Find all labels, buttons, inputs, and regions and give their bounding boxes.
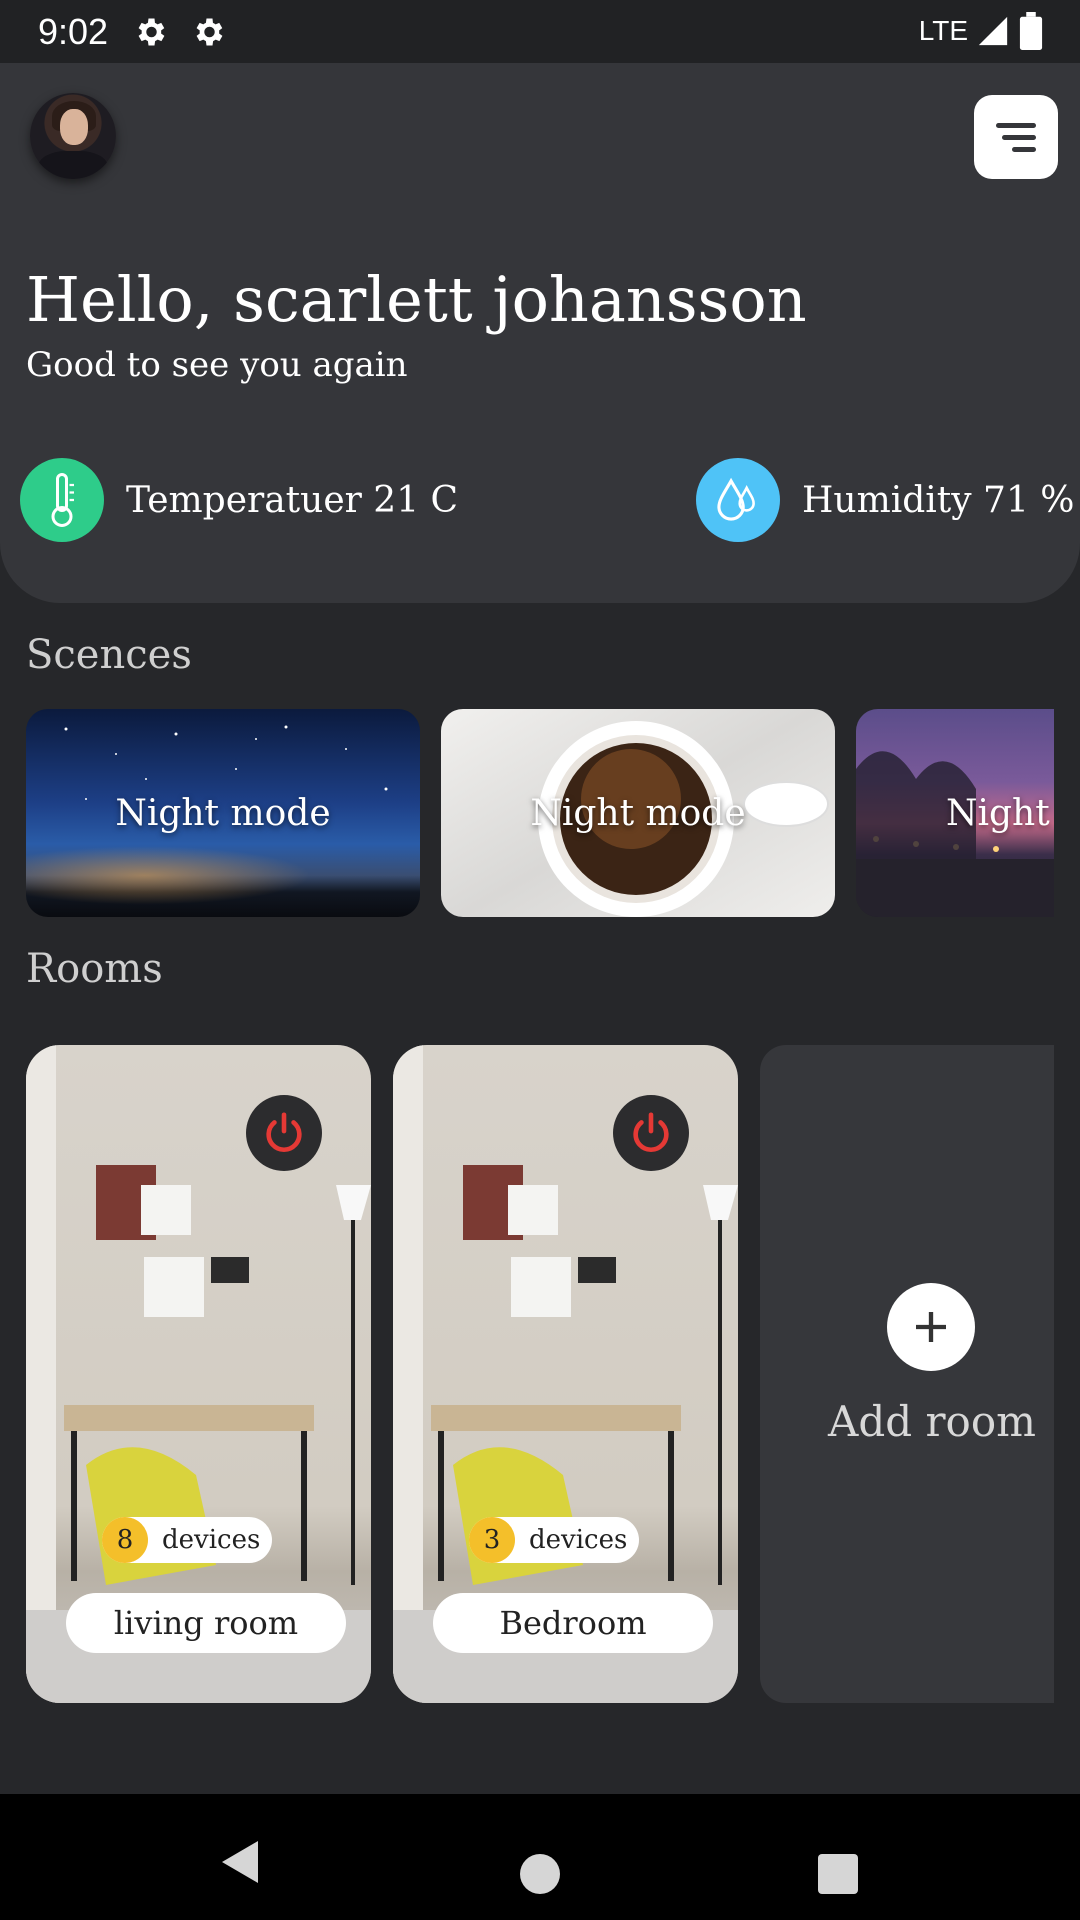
menu-button[interactable] xyxy=(974,95,1058,179)
room-name: living room xyxy=(66,1593,346,1653)
temperature-label: Temperatuer 21 C xyxy=(126,479,459,521)
recents-icon[interactable] xyxy=(818,1854,858,1894)
room-card[interactable]: 3 devices Bedroom xyxy=(393,1045,738,1703)
temperature-stat: Temperatuer 21 C xyxy=(20,458,458,542)
device-count: 8 xyxy=(102,1517,148,1563)
add-room-button[interactable] xyxy=(887,1283,975,1371)
status-time: 9:02 xyxy=(38,10,109,52)
gear-icon xyxy=(196,18,223,45)
status-right: LTE xyxy=(919,12,1044,50)
humidity-stat: Humidity 71 % xyxy=(696,458,1075,542)
scene-card[interactable]: Night xyxy=(856,709,1054,917)
scene-label: Night mode xyxy=(530,792,746,834)
signal-icon xyxy=(978,16,1008,46)
scene-label: Night mode xyxy=(115,792,331,834)
scene-card[interactable]: Night mode xyxy=(441,709,835,917)
status-bar: 9:02 LTE xyxy=(0,0,1080,63)
devices-label: devices xyxy=(162,1525,261,1555)
power-icon xyxy=(266,1112,302,1153)
devices-badge: 3 devices xyxy=(469,1517,639,1563)
battery-icon xyxy=(1019,12,1043,50)
rooms-title: Rooms xyxy=(26,946,163,992)
device-count: 3 xyxy=(469,1517,515,1563)
thermometer-icon xyxy=(20,458,104,542)
power-button[interactable] xyxy=(246,1095,322,1171)
header-panel: Hello, scarlett johansson Good to see yo… xyxy=(0,63,1080,603)
room-name: Bedroom xyxy=(433,1593,713,1653)
humidity-label: Humidity 71 % xyxy=(802,479,1075,521)
devices-label: devices xyxy=(529,1525,628,1555)
add-room-label: Add room xyxy=(828,1397,1036,1446)
add-room-card[interactable]: Add room xyxy=(760,1045,1054,1703)
plus-icon xyxy=(916,1312,946,1342)
water-drop-icon xyxy=(696,458,780,542)
greeting-title: Hello, scarlett johansson xyxy=(26,263,807,336)
avatar[interactable] xyxy=(30,93,116,179)
room-card[interactable]: 8 devices living room xyxy=(26,1045,371,1703)
system-nav-bar xyxy=(0,1794,1080,1920)
devices-badge: 8 devices xyxy=(102,1517,272,1563)
scenes-title: Scences xyxy=(26,632,192,678)
home-icon[interactable] xyxy=(520,1854,560,1894)
greeting-subtitle: Good to see you again xyxy=(26,345,408,385)
scene-card[interactable]: Night mode xyxy=(26,709,420,917)
menu-icon xyxy=(996,122,1036,128)
back-icon[interactable] xyxy=(218,1837,262,1887)
network-label: LTE xyxy=(918,15,968,46)
scene-label: Night xyxy=(946,792,1050,834)
power-button[interactable] xyxy=(613,1095,689,1171)
power-icon xyxy=(633,1112,669,1153)
gear-icon xyxy=(138,18,165,45)
